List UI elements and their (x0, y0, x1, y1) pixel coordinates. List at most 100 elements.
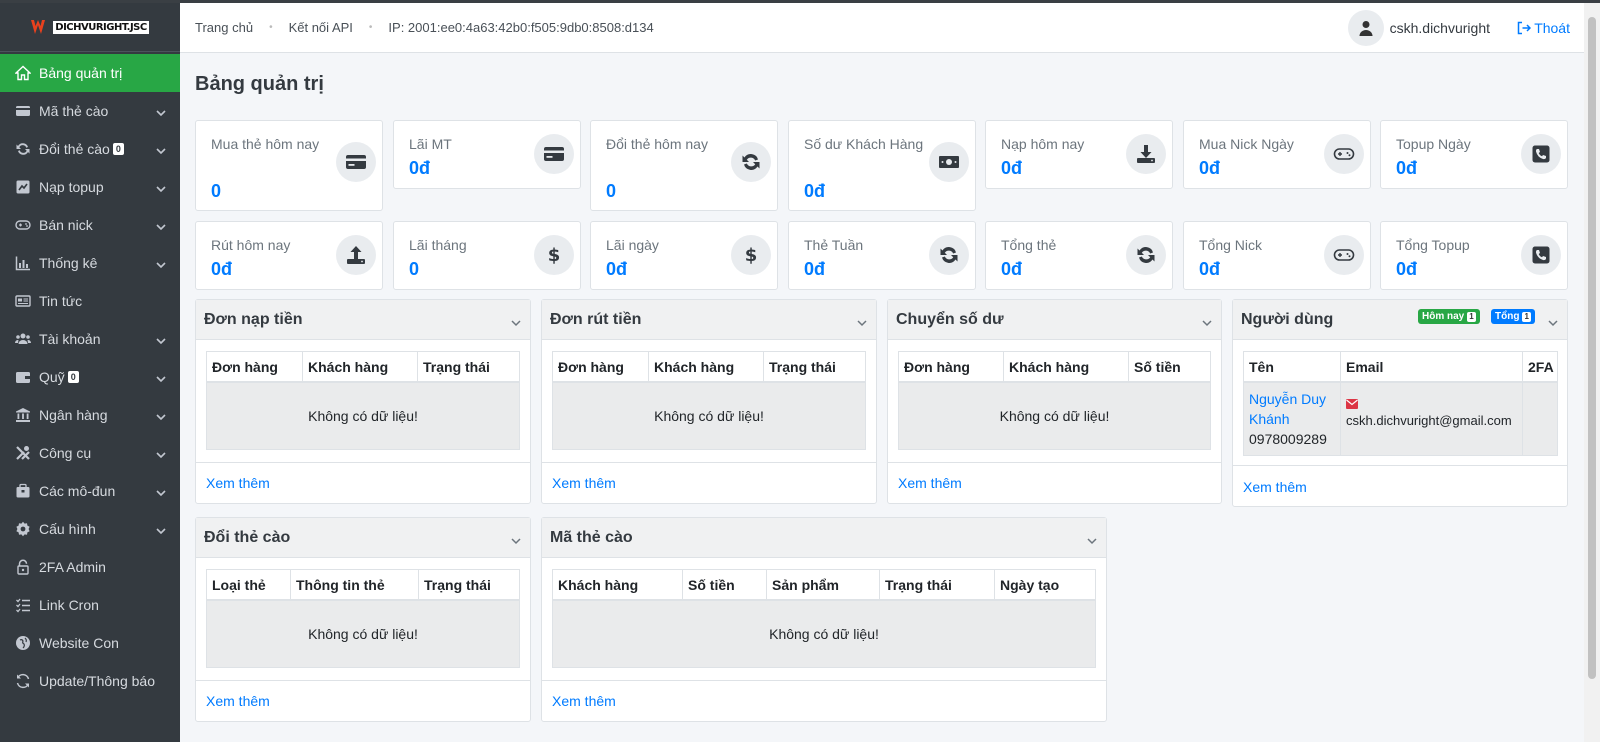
user-name-link[interactable]: Nguyễn Duy Khánh (1249, 389, 1335, 429)
brand[interactable]: DICHVURIGHT.JSC (0, 3, 180, 52)
sidebar-item-modules[interactable]: Các mô-đun (0, 472, 180, 510)
sidebar-item-fund[interactable]: Quỹ 0 (0, 358, 180, 396)
chevron-down-icon[interactable] (1202, 315, 1212, 327)
card-header[interactable]: Đổi thẻ cào (196, 518, 530, 558)
today-badge[interactable]: Hôm nay 1 (1418, 309, 1480, 324)
page-title: Bảng quản trị (195, 73, 324, 95)
lock-icon (14, 558, 32, 576)
column-header: Trạng thái (423, 359, 490, 375)
sidebar-item-label: Đổi thẻ cào (39, 141, 110, 157)
card-header[interactable]: Mã thẻ cào (542, 518, 1106, 558)
card-footer-divider (542, 462, 876, 463)
sidebar-item-card-codes[interactable]: Mã thẻ cào (0, 92, 180, 130)
sidebar-item-config[interactable]: Cấu hình (0, 510, 180, 548)
sidebar-item-label: Các mô-đun (39, 483, 116, 499)
column-header: Khách hàng (1004, 352, 1129, 381)
scrollbar-thumb[interactable] (1588, 17, 1596, 679)
stat-card-total-topup: Tổng Topup 0đ (1380, 221, 1568, 290)
sidebar-item-news[interactable]: Tin tức (0, 282, 180, 320)
nav-home-link[interactable]: Trang chủ (195, 20, 253, 35)
sidebar-item-sell-nick[interactable]: Bán nick (0, 206, 180, 244)
sidebar-item-2fa-admin[interactable]: 2FA Admin (0, 548, 180, 586)
stat-card-profit-mt: Lãi MT 0đ (393, 120, 581, 189)
column-header: Số tiền (683, 570, 767, 599)
stat-value: 0đ (1199, 158, 1221, 178)
card-balance-transfer: Chuyển số dư Đơn hàng Khách hàng Số tiền… (887, 299, 1222, 504)
phone-icon (1521, 235, 1561, 275)
users-table: Tên Email 2FA Nguyễn Duy Khánh 097800928… (1243, 351, 1558, 456)
svg-text:$: $ (745, 245, 758, 266)
nav-api-link[interactable]: Kết nối API (289, 20, 353, 35)
chevron-down-icon[interactable] (1087, 533, 1097, 545)
gear-icon (14, 520, 32, 538)
card-header[interactable]: Chuyển số dư (888, 300, 1221, 340)
card-header[interactable]: Người dùng Hôm nay 1 Tổng 1 (1233, 300, 1567, 340)
card-card-codes: Mã thẻ cào Khách hàng Số tiền Sản phẩm T… (541, 517, 1107, 722)
page-scrollbar[interactable] (1584, 3, 1600, 742)
chevron-down-icon[interactable] (511, 315, 521, 327)
chevron-down-icon (156, 447, 166, 459)
column-header: Đơn hàng (899, 352, 1004, 381)
users-icon (14, 330, 32, 348)
withdraw-table: Đơn hàng Khách hàng Trạng thái Không có … (552, 351, 866, 450)
logout-button[interactable]: Thoát (1517, 20, 1570, 36)
card-title: Mã thẻ cào (550, 528, 633, 546)
stat-label: Mua thẻ hôm nay (211, 136, 320, 152)
sidebar-item-dashboard[interactable]: Bảng quản trị (0, 54, 180, 92)
sidebar-item-accounts[interactable]: Tài khoản (0, 320, 180, 358)
see-more-link[interactable]: Xem thêm (206, 693, 270, 709)
empty-state: Không có dữ liệu! (553, 383, 865, 449)
stat-label: Đổi thẻ hôm nay (606, 136, 708, 152)
card-withdraw-orders: Đơn rút tiền Đơn hàng Khách hàng Trạng t… (541, 299, 877, 504)
stat-value: 0đ (1001, 259, 1023, 279)
sync-icon (1126, 235, 1166, 275)
user-menu[interactable]: cskh.dichvuright (1347, 10, 1490, 46)
home-icon (14, 64, 32, 82)
chevron-down-icon[interactable] (857, 315, 867, 327)
sidebar-item-bank[interactable]: Ngân hàng (0, 396, 180, 434)
refresh-icon (14, 672, 32, 690)
stat-label: Topup Ngày (1396, 136, 1471, 152)
svg-text:$: $ (548, 245, 561, 266)
card-footer-divider (1233, 465, 1567, 466)
chevron-down-icon (156, 257, 166, 269)
chevron-down-icon[interactable] (1548, 315, 1558, 327)
sidebar-item-tools[interactable]: Công cụ (0, 434, 180, 472)
sidebar-item-link-cron[interactable]: Link Cron (0, 586, 180, 624)
sidebar-item-card-exchange[interactable]: Đổi thẻ cào 0 (0, 130, 180, 168)
card-footer-divider (542, 680, 1106, 681)
card-header[interactable]: Đơn rút tiền (542, 300, 876, 340)
card-footer-divider (888, 462, 1221, 463)
transfer-table: Đơn hàng Khách hàng Số tiền Không có dữ … (898, 351, 1211, 450)
stat-card-profit-month: Lãi tháng 0 $ (393, 221, 581, 290)
sidebar-item-statistics[interactable]: Thống kê (0, 244, 180, 282)
stat-card-total-nick: Tổng Nick 0đ (1183, 221, 1371, 290)
wallet-icon (14, 368, 32, 386)
stat-card-topup-day: Topup Ngày 0đ (1380, 120, 1568, 189)
card-title: Đổi thẻ cào (204, 528, 291, 546)
see-more-link[interactable]: Xem thêm (206, 475, 270, 491)
sidebar-item-label: Website Con (39, 635, 119, 651)
tools-icon (14, 444, 32, 462)
see-more-link[interactable]: Xem thêm (1243, 479, 1307, 495)
sidebar-item-label: Tin tức (39, 293, 83, 309)
card-users: Người dùng Hôm nay 1 Tổng 1 Tên Email 2FA … (1232, 299, 1568, 507)
sidebar-item-topup[interactable]: Nạp topup (0, 168, 180, 206)
see-more-link[interactable]: Xem thêm (552, 693, 616, 709)
see-more-link[interactable]: Xem thêm (552, 475, 616, 491)
card-header[interactable]: Đơn nạp tiền (196, 300, 530, 340)
card-title: Đơn nạp tiền (204, 310, 303, 328)
stat-label: Tổng Nick (1199, 237, 1263, 253)
sidebar-item-label: Update/Thông báo (39, 673, 155, 689)
total-badge[interactable]: Tổng 1 (1491, 309, 1535, 324)
sidebar-item-label: 2FA Admin (39, 559, 106, 575)
chevron-down-icon (156, 409, 166, 421)
sidebar-item-update[interactable]: Update/Thông báo (0, 662, 180, 700)
sidebar-item-website-con[interactable]: Website Con (0, 624, 180, 662)
see-more-link[interactable]: Xem thêm (898, 475, 962, 491)
table-header-row: Loại thẻ Thông tin thẻ Trạng thái (207, 570, 519, 601)
logout-label: Thoát (1534, 20, 1570, 36)
bank-icon (14, 406, 32, 424)
chevron-down-icon[interactable] (511, 533, 521, 545)
avatar (1347, 10, 1384, 46)
